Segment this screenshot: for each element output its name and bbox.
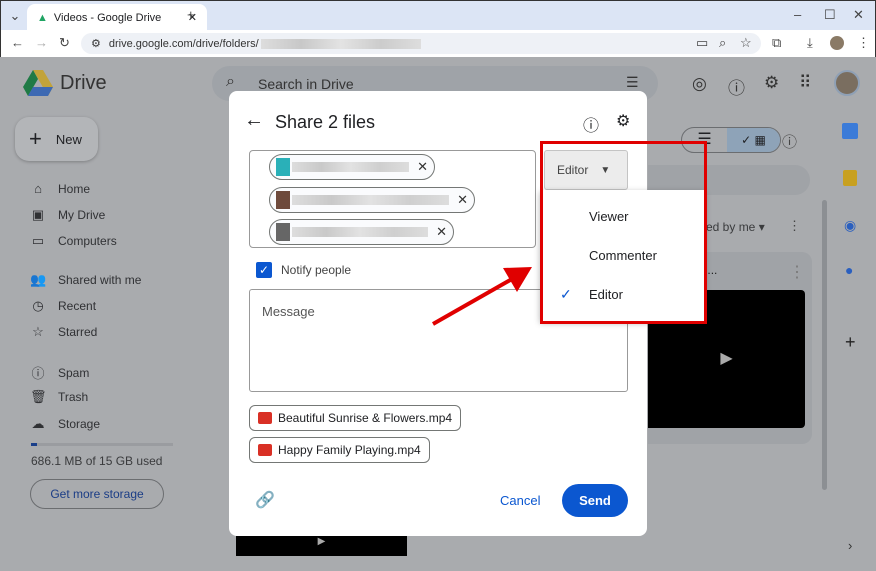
- annotation-arrow: [432, 267, 532, 326]
